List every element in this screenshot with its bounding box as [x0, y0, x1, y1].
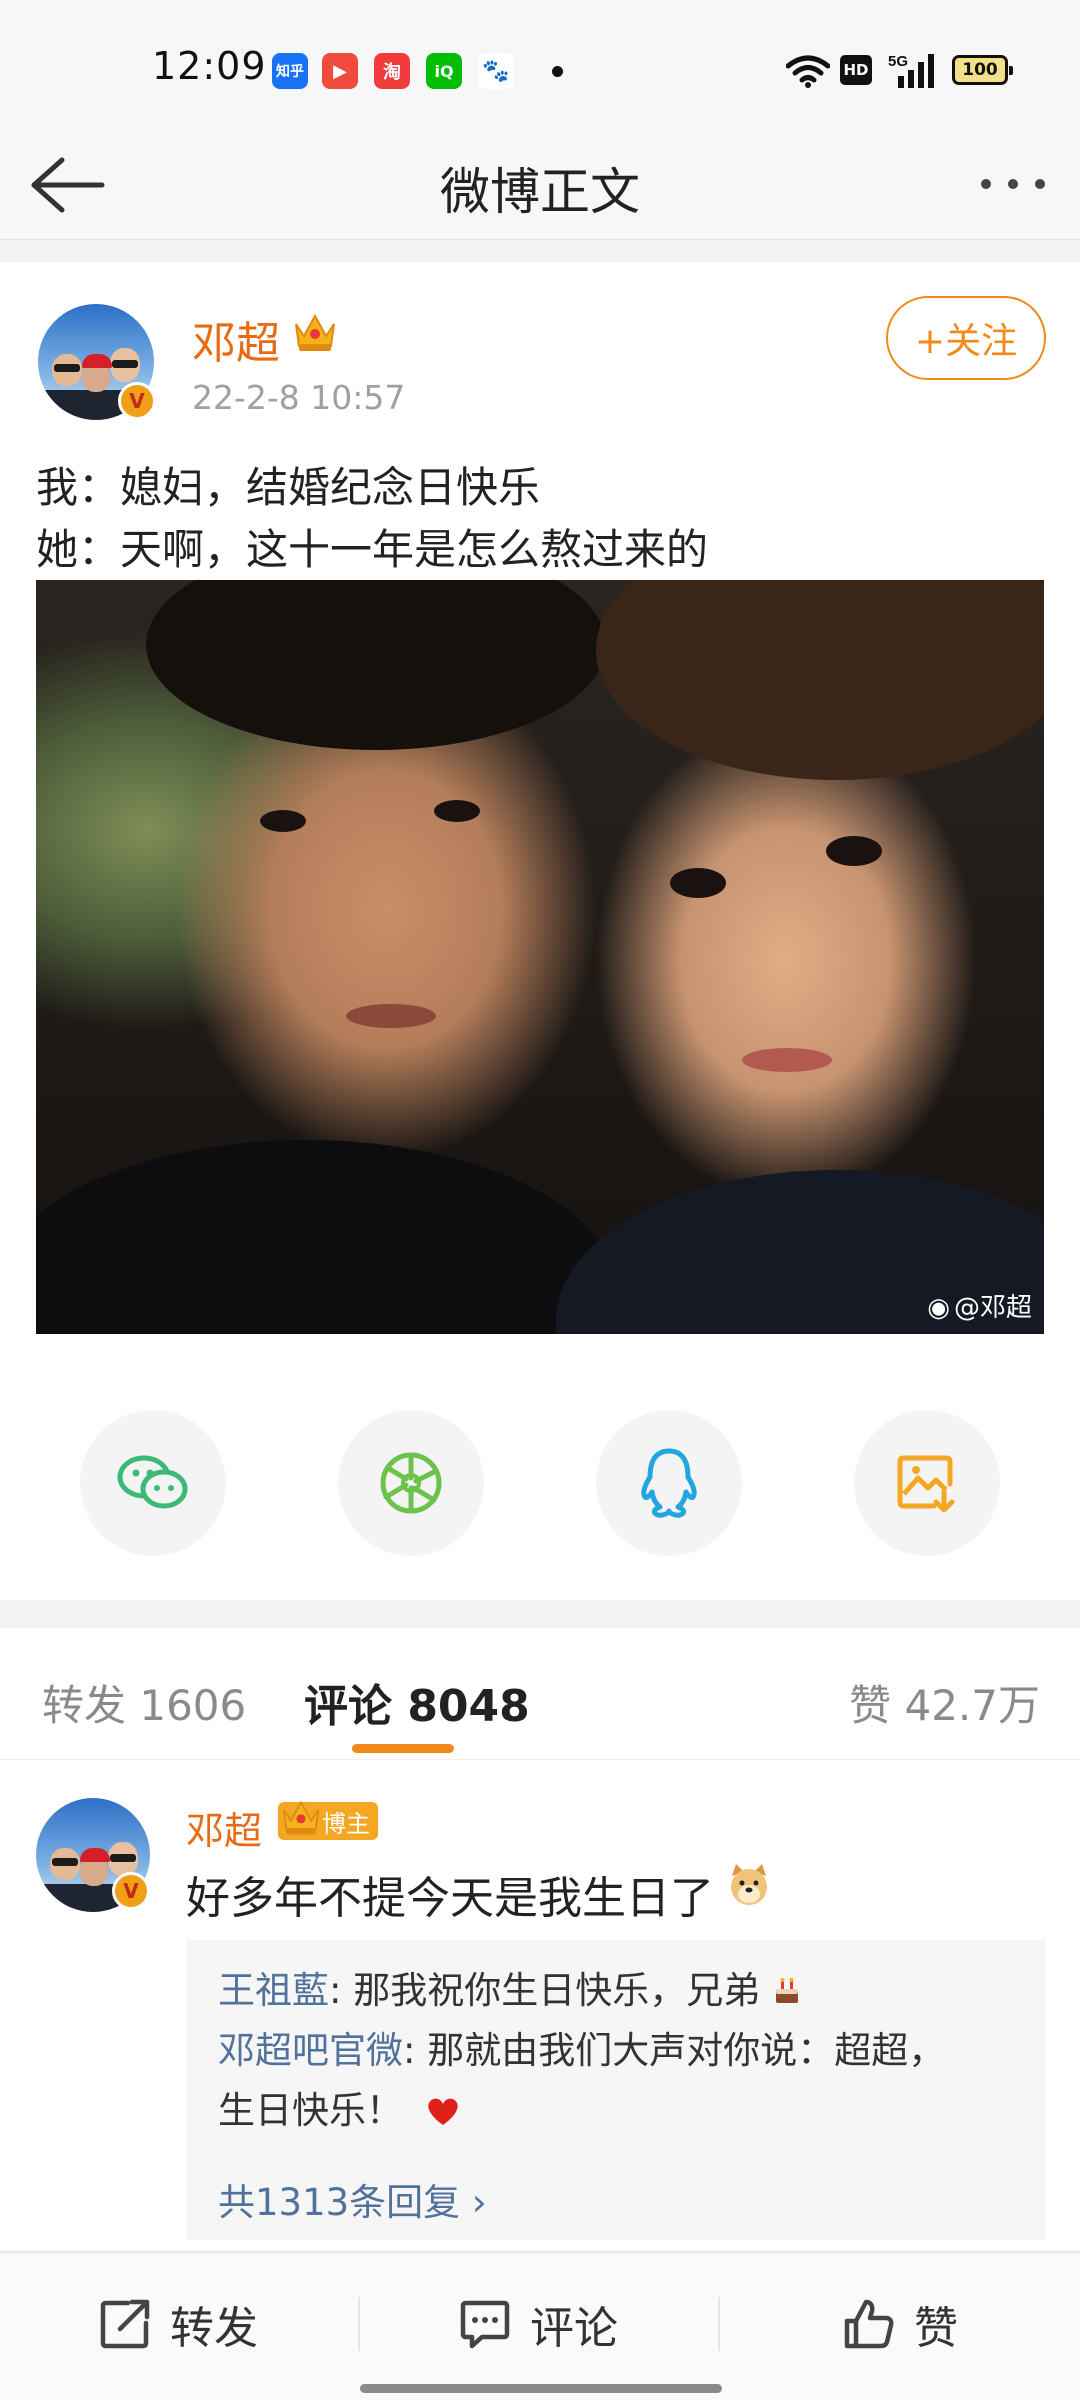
verified-badge-icon: V [118, 382, 156, 420]
photo-watermark: ◉ @邓超 [927, 1293, 1032, 1323]
bottom-action-bar: 转发 评论 赞 [0, 2252, 1080, 2400]
divider [358, 2297, 360, 2351]
view-all-replies-link[interactable]: 共1313条回复 › [218, 2172, 487, 2226]
like-button[interactable]: 赞 [842, 2289, 958, 2359]
page-title: 微博正文 [440, 163, 640, 221]
qq-icon [641, 1448, 697, 1518]
weibo-logo-icon: ◉ [927, 1293, 950, 1323]
heart-emoji-icon [428, 2098, 458, 2125]
save-image-icon [897, 1455, 955, 1513]
share-wechat-button[interactable] [80, 1410, 226, 1556]
signal-icon: 5G [888, 53, 934, 88]
wechat-icon [117, 1455, 188, 1509]
divider [718, 2297, 720, 2351]
tab-like[interactable]: 赞 42.7万 [849, 1672, 1040, 1733]
verified-badge-icon: V [112, 1872, 150, 1910]
post-text-line-2: 她：天啊，这十一年是怎么熬过来的 [36, 525, 709, 574]
follow-button[interactable]: +关注 [886, 296, 1046, 380]
comment-button[interactable]: 评论 [458, 2289, 618, 2359]
wifi-icon [786, 55, 830, 88]
zhihu-icon: 知乎 [272, 53, 308, 89]
comment-author-name[interactable]: 邓超 [186, 1800, 262, 1855]
author-badge: 博主 [278, 1800, 378, 1840]
save-image-button[interactable] [854, 1410, 1000, 1556]
comment-text: 好多年不提今天是我生日了 [186, 1873, 714, 1924]
hd-badge: HD [840, 55, 872, 85]
reply-item: 邓超吧官微: 那就由我们大声对你说：超超， [218, 2029, 946, 2072]
crown-icon [295, 313, 335, 351]
share-moments-button[interactable] [338, 1410, 484, 1556]
thumbs-up-icon [844, 2299, 894, 2349]
taobao-icon: 淘 [374, 53, 410, 89]
tab-repost[interactable]: 转发 1606 [42, 1672, 246, 1733]
crown-icon [282, 1800, 320, 1835]
reply-preview-box[interactable]: 王祖藍: 那我祝你生日快乐，兄弟 邓超吧官微: 那就由我们大声对你说：超超， 生… [186, 1940, 1046, 2240]
baidu-paw-icon: 🐾 [478, 53, 514, 89]
cake-emoji-icon [776, 1978, 798, 2003]
post-photo[interactable]: ◉ @邓超 [36, 580, 1044, 1334]
nav-bar: 微博正文 [0, 130, 1080, 240]
post-text-line-1: 我：媳妇，结婚纪念日快乐 [36, 463, 541, 512]
status-bar: 12:09 知乎 ▶ 淘 iQ 🐾 HD 5G 100 [0, 0, 1080, 130]
comment-item: V 邓超 博主 好多年不提今天是我生日了 王祖藍: 那我祝你生日快乐，兄弟 邓超… [0, 1760, 1080, 2250]
more-icon[interactable] [978, 174, 1048, 194]
tab-active-indicator [352, 1744, 454, 1753]
battery-indicator: 100 [952, 55, 1013, 85]
author-name[interactable]: 邓超 [192, 307, 280, 371]
reply-user-link[interactable]: 王祖藍 [218, 1969, 329, 2012]
status-time: 12:09 [152, 44, 267, 88]
comment-tabs: 转发 1606 评论 8048 赞 42.7万 [0, 1628, 1080, 1760]
reply-item: 王祖藍: 那我祝你生日快乐，兄弟 [218, 1960, 802, 2014]
comment-icon [460, 2300, 510, 2349]
play-icon: ▶ [322, 53, 358, 89]
home-indicator[interactable] [360, 2384, 722, 2393]
notification-dot-icon [552, 66, 563, 77]
doge-emoji-icon [731, 1864, 767, 1905]
reply-item-continued: 生日快乐！ [218, 2080, 461, 2134]
reply-user-link[interactable]: 邓超吧官微 [218, 2029, 403, 2072]
repost-icon [100, 2299, 150, 2349]
moments-icon [380, 1452, 442, 1514]
post-card: V 邓超 22-2-8 10:57 +关注 我：媳妇，结婚纪念日快乐 她：天啊，… [0, 262, 1080, 1600]
iqiyi-icon: iQ [426, 53, 462, 89]
repost-button[interactable]: 转发 [98, 2289, 258, 2359]
tab-comment[interactable]: 评论 8048 [304, 1670, 530, 1734]
post-time: 22-2-8 10:57 [192, 378, 406, 417]
share-qq-button[interactable] [596, 1410, 742, 1556]
svg-text:5G: 5G [888, 53, 908, 70]
